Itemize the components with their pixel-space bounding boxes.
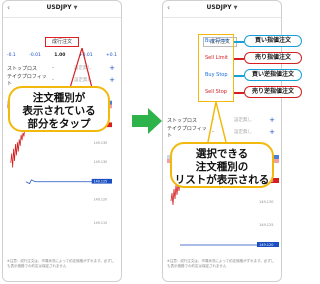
callout-tap-order-type: 注文種別が 表示されている 部分をタップ <box>8 86 110 132</box>
callout-line: 注文種別の <box>195 161 249 173</box>
divider <box>3 17 121 18</box>
step-minus-01[interactable]: -0.1 <box>7 53 16 61</box>
badge-buy-stop: 買い逆指値注文 <box>244 69 302 81</box>
chevron-down-icon: ▼ <box>233 5 238 11</box>
take-profit-minus-button[interactable]: - <box>207 129 219 135</box>
option-buy-limit[interactable]: Buy Limit <box>205 38 229 44</box>
stop-loss-input[interactable]: 設定無し <box>219 117 267 123</box>
tick-label: 149.115 <box>94 221 108 225</box>
arrow-right-icon <box>132 108 162 134</box>
connector-line <box>234 75 244 77</box>
market-order-notice: ※注意：成行注文は、市場状況によって約定価格がずれます。必ずしも表示価格での約定… <box>7 259 115 268</box>
tick-label: 149.130 <box>94 160 108 164</box>
option-buy-stop[interactable]: Buy Stop <box>205 72 228 78</box>
symbol-header[interactable]: USDJPY ▼ <box>3 1 121 15</box>
stop-loss-minus-button[interactable]: - <box>207 117 219 123</box>
stop-loss-row: ストップロス - 設定無し + <box>7 63 117 73</box>
option-sell-limit[interactable]: Sell Limit <box>205 55 228 61</box>
back-arrow-icon[interactable]: ‹ <box>7 3 10 12</box>
step-minus-001[interactable]: -0.01 <box>29 53 41 61</box>
stop-loss-row: ストップロス - 設定無し + <box>167 115 277 125</box>
stop-loss-plus-button[interactable]: + <box>107 64 117 72</box>
connector-line <box>234 92 244 94</box>
volume-stepper: -0.1 -0.01 1.00 +0.01 +0.1 <box>7 53 117 61</box>
divider <box>163 17 281 18</box>
stop-loss-label: ストップロス <box>7 65 38 72</box>
callout-line: 注文種別が <box>32 92 86 104</box>
callout-line: リストが表示される <box>174 174 270 186</box>
market-order-notice: ※注意：成行注文は、市場状況によって約定価格がずれます。必ずしも表示価格での約定… <box>167 259 275 268</box>
symbol-label: USDJPY <box>46 4 72 11</box>
symbol-header[interactable]: USDJPY ▼ <box>163 1 281 15</box>
volume-value[interactable]: 1.00 <box>54 53 65 61</box>
badge-sell-limit: 売り指値注文 <box>244 52 302 64</box>
option-sell-stop[interactable]: Sell Stop <box>205 89 227 95</box>
take-profit-input[interactable]: 設定無し <box>59 77 107 83</box>
callout-line: 選択できる <box>195 148 249 160</box>
tick-label: 149.125 <box>94 180 108 184</box>
tick-label: 149.120 <box>259 243 273 247</box>
stop-loss-input[interactable]: 設定無し <box>59 65 107 71</box>
stop-loss-plus-button[interactable]: + <box>267 116 277 124</box>
take-profit-plus-button[interactable]: + <box>267 128 277 136</box>
callout-line: 部分をタップ <box>27 118 91 130</box>
badge-buy-limit: 買い指値注文 <box>244 35 302 47</box>
step-plus-001[interactable]: +0.01 <box>79 53 93 61</box>
callout-list-shown: 選択できる 注文種別の リストが表示される <box>170 142 274 188</box>
take-profit-label: テイクプロフィット <box>167 126 207 139</box>
badge-sell-stop: 売り逆指値注文 <box>244 86 302 98</box>
price-line-blue <box>25 179 92 185</box>
take-profit-plus-button[interactable]: + <box>107 76 117 84</box>
back-arrow-icon[interactable]: ‹ <box>167 3 170 12</box>
step-plus-01[interactable]: +0.1 <box>106 53 117 61</box>
stop-loss-label: ストップロス <box>167 117 198 124</box>
take-profit-label: テイクプロフィット <box>7 74 47 87</box>
order-type-selector[interactable]: 成行注文 <box>45 37 79 47</box>
tick-label: 149.130 <box>259 200 273 204</box>
tick-label: 149.120 <box>94 198 108 202</box>
take-profit-row: テイクプロフィット - 設定無し + <box>167 126 277 139</box>
connector-line <box>234 41 244 43</box>
connector-line <box>234 58 244 60</box>
stop-loss-minus-button[interactable]: - <box>47 65 59 71</box>
phone-screen-before: ‹ USDJPY ▼ 成行注文 -0.1 -0.01 1.00 +0.01 +0.… <box>2 0 122 282</box>
tick-label: 149.125 <box>259 223 273 227</box>
take-profit-minus-button[interactable]: - <box>47 77 59 83</box>
tick-label: 149.135 <box>94 141 108 145</box>
take-profit-row: テイクプロフィット - 設定無し + <box>7 74 117 87</box>
symbol-label: USDJPY <box>206 4 232 11</box>
chevron-down-icon: ▼ <box>73 5 78 11</box>
callout-line: 表示されている <box>22 105 96 117</box>
take-profit-input[interactable]: 設定無し <box>219 129 267 135</box>
